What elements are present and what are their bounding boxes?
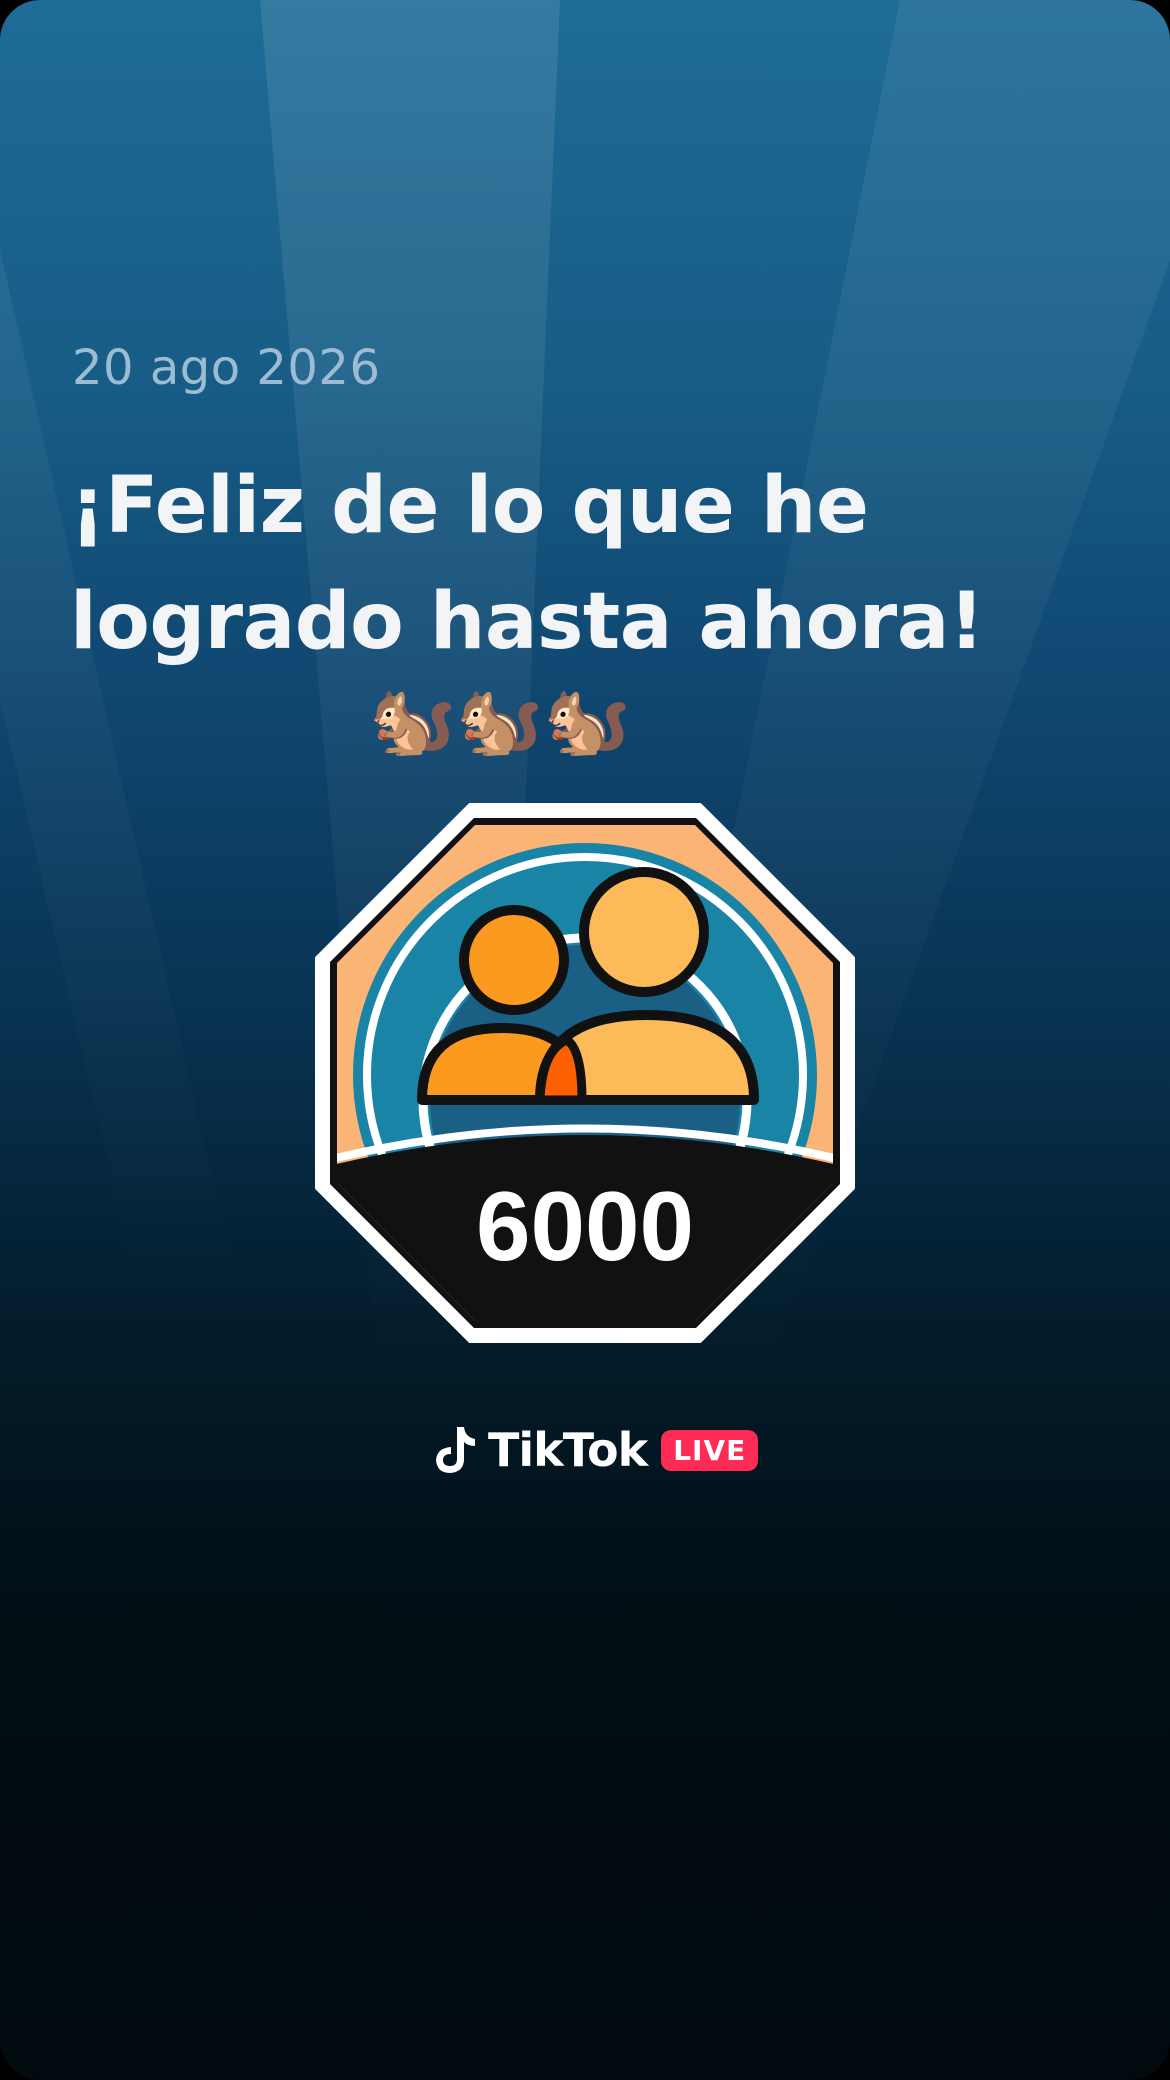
tiktok-live-logo: TikTok LIVE — [430, 1420, 759, 1480]
milestone-headline: ¡Feliz de lo que he logrado hasta ahora! — [70, 461, 984, 667]
milestone-date: 20 ago 2026 — [72, 340, 381, 396]
followers-milestone-badge: 6000 — [315, 803, 855, 1343]
live-badge: LIVE — [661, 1429, 759, 1471]
tiktok-note-icon — [436, 1427, 475, 1473]
milestone-count: 6000 — [476, 1171, 694, 1281]
milestone-card: 20 ago 2026 ¡Feliz de lo que he logrado … — [0, 0, 1170, 2080]
tiktok-wordmark: TikTok — [488, 1423, 648, 1477]
chipmunk-emojis: 🐿️🐿️🐿️ — [369, 679, 631, 761]
